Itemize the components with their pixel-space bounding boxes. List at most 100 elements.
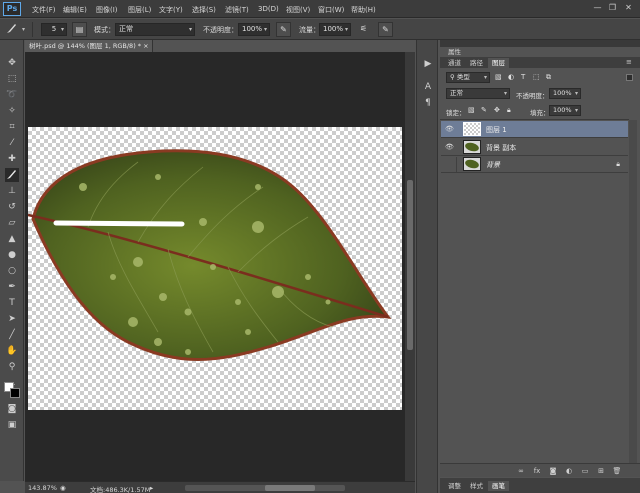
menu-layer[interactable]: 图层(L) bbox=[128, 5, 151, 15]
eyedropper-tool-icon[interactable]: ⁄ bbox=[5, 136, 19, 150]
layer-name[interactable]: 背景 bbox=[486, 160, 500, 170]
pen-tool-icon[interactable]: ✒ bbox=[5, 280, 19, 294]
menu-3d[interactable]: 3D(D) bbox=[258, 5, 279, 13]
brush-tool-icon[interactable] bbox=[5, 168, 19, 182]
document-canvas[interactable] bbox=[27, 127, 402, 410]
layer-row[interactable]: 👁︎ 图层 1 bbox=[441, 121, 628, 138]
document-tab[interactable]: 树叶.psd @ 144% (图层 1, RGB/8) * × bbox=[25, 40, 153, 52]
tab-channels[interactable]: 通道 bbox=[444, 58, 465, 68]
layer-row[interactable]: 👁︎ 背景 副本 bbox=[441, 139, 628, 156]
tool-preset-dropdown-icon[interactable]: ▾ bbox=[22, 26, 25, 33]
tab-paths[interactable]: 路径 bbox=[466, 58, 487, 68]
flow-field[interactable]: 100% ▾ bbox=[319, 23, 351, 36]
screen-mode-icon[interactable]: ▣ bbox=[5, 418, 19, 432]
menu-help[interactable]: 帮助(H) bbox=[351, 5, 376, 15]
menu-edit[interactable]: 编辑(E) bbox=[63, 5, 87, 15]
healing-brush-tool-icon[interactable]: ✚ bbox=[5, 152, 19, 166]
quick-selection-tool-icon[interactable]: ✧ bbox=[5, 104, 19, 118]
eye-icon[interactable]: 👁︎ bbox=[445, 125, 454, 134]
dodge-tool-icon[interactable]: ○ bbox=[5, 264, 19, 278]
lock-pixels-icon[interactable]: ✎ bbox=[481, 106, 487, 114]
tab-styles[interactable]: 样式 bbox=[466, 481, 487, 491]
play-actions-icon[interactable]: ▶ bbox=[421, 57, 435, 71]
status-menu-icon[interactable]: ◉ bbox=[60, 484, 66, 492]
layers-scrollbar[interactable] bbox=[629, 120, 637, 463]
menu-select[interactable]: 选择(S) bbox=[192, 5, 216, 15]
panel-menu-icon[interactable]: ≡ bbox=[626, 58, 632, 66]
menu-image[interactable]: 图像(I) bbox=[96, 5, 118, 15]
clone-stamp-tool-icon[interactable]: ⊥ bbox=[5, 184, 19, 198]
layer-filter-select[interactable]: ⚲ 类型 ▾ bbox=[446, 72, 490, 83]
menu-file[interactable]: 文件(F) bbox=[32, 5, 56, 15]
layer-style-icon[interactable]: fx bbox=[532, 466, 542, 476]
layer-name[interactable]: 图层 1 bbox=[486, 125, 507, 135]
quick-mask-icon[interactable]: ◙ bbox=[5, 402, 19, 416]
tab-properties[interactable]: 属性 bbox=[444, 47, 465, 57]
lock-position-icon[interactable]: ✥ bbox=[494, 106, 500, 114]
tab-brushes[interactable]: 画笔 bbox=[488, 481, 509, 491]
eye-icon[interactable]: 👁︎ bbox=[445, 143, 454, 152]
tab-layers[interactable]: 图层 bbox=[488, 58, 509, 68]
layer-name[interactable]: 背景 副本 bbox=[486, 143, 516, 153]
blend-mode-select[interactable]: 正常 ▾ bbox=[446, 88, 510, 99]
blur-tool-icon[interactable]: ● bbox=[5, 248, 19, 262]
filter-pixel-icon[interactable]: ▧ bbox=[495, 73, 502, 81]
layer-opacity-field[interactable]: 100% ▾ bbox=[549, 88, 581, 99]
fill-label: 填充： bbox=[530, 109, 550, 117]
line-tool-icon[interactable]: ╱ bbox=[5, 328, 19, 342]
character-icon[interactable]: A bbox=[421, 80, 435, 94]
horizontal-scrollbar[interactable] bbox=[185, 485, 345, 491]
eraser-tool-icon[interactable]: ▱ bbox=[5, 216, 19, 230]
paint-bucket-tool-icon[interactable]: ▲ bbox=[5, 232, 19, 246]
hand-tool-icon[interactable]: ✋ bbox=[5, 344, 19, 358]
filter-adjust-icon[interactable]: ◐ bbox=[508, 73, 514, 81]
brush-tool-icon[interactable] bbox=[4, 22, 19, 37]
horizontal-scroll-thumb[interactable] bbox=[265, 485, 315, 491]
close-window-button[interactable]: ✕ bbox=[623, 3, 634, 13]
menu-filter[interactable]: 滤镜(T) bbox=[225, 5, 249, 15]
brush-size-picker[interactable]: 5 ▾ bbox=[41, 23, 67, 36]
pressure-opacity-icon[interactable]: ✎ bbox=[276, 22, 291, 37]
layer-row[interactable]: 背景 🔒︎ bbox=[441, 156, 628, 173]
filter-type-icon[interactable]: T bbox=[521, 73, 525, 81]
menu-type[interactable]: 文字(Y) bbox=[159, 5, 183, 15]
lock-all-icon[interactable]: 🔒︎ bbox=[507, 106, 511, 115]
fill-field[interactable]: 100% ▾ bbox=[549, 105, 581, 116]
airbrush-icon[interactable]: ⚟ bbox=[356, 22, 371, 37]
delete-layer-icon[interactable]: 🗑︎ bbox=[612, 466, 622, 476]
vertical-scroll-thumb[interactable] bbox=[407, 180, 413, 350]
crop-tool-icon[interactable]: ⌗ bbox=[5, 120, 19, 134]
zoom-level[interactable]: 143.87% bbox=[28, 484, 57, 492]
background-color-swatch[interactable] bbox=[10, 388, 20, 398]
status-arrow-icon[interactable]: ▸ bbox=[150, 484, 153, 492]
add-mask-icon[interactable]: ◙ bbox=[548, 466, 558, 476]
path-selection-tool-icon[interactable]: ➤ bbox=[5, 312, 19, 326]
history-brush-tool-icon[interactable]: ↺ bbox=[5, 200, 19, 214]
lasso-tool-icon[interactable]: ➰ bbox=[5, 88, 19, 102]
brush-panel-toggle-icon[interactable]: ▤ bbox=[72, 22, 87, 37]
close-tab-icon[interactable]: × bbox=[143, 42, 148, 50]
paragraph-icon[interactable]: ¶ bbox=[421, 96, 435, 110]
tab-adjustments[interactable]: 调整 bbox=[444, 481, 465, 491]
zoom-tool-icon[interactable]: ⚲ bbox=[5, 360, 19, 374]
pressure-size-icon[interactable]: ✎ bbox=[378, 22, 393, 37]
marquee-tool-icon[interactable]: ⬚ bbox=[5, 72, 19, 86]
filter-toggle[interactable] bbox=[626, 74, 633, 81]
filter-smart-icon[interactable]: ⧉ bbox=[546, 73, 551, 82]
link-layers-icon[interactable]: ∞ bbox=[516, 466, 526, 476]
mode-select[interactable]: 正常 ▾ bbox=[115, 23, 195, 36]
chevron-down-icon: ▾ bbox=[188, 26, 192, 33]
move-tool-icon[interactable]: ✥ bbox=[5, 56, 19, 70]
new-layer-icon[interactable]: ⊞ bbox=[596, 466, 606, 476]
minimize-button[interactable]: — bbox=[592, 3, 603, 13]
menu-view[interactable]: 视图(V) bbox=[286, 5, 310, 15]
menu-window[interactable]: 窗口(W) bbox=[318, 5, 344, 15]
new-group-icon[interactable]: ▭ bbox=[580, 466, 590, 476]
lock-transparent-icon[interactable]: ▧ bbox=[468, 106, 475, 114]
adjustment-layer-icon[interactable]: ◐ bbox=[564, 466, 574, 476]
opacity-field[interactable]: 100% ▾ bbox=[238, 23, 270, 36]
filter-shape-icon[interactable]: ⬚ bbox=[533, 73, 540, 81]
type-tool-icon[interactable]: T bbox=[5, 296, 19, 310]
visibility-toggle-empty[interactable] bbox=[442, 157, 457, 172]
restore-button[interactable]: ❐ bbox=[607, 3, 618, 13]
